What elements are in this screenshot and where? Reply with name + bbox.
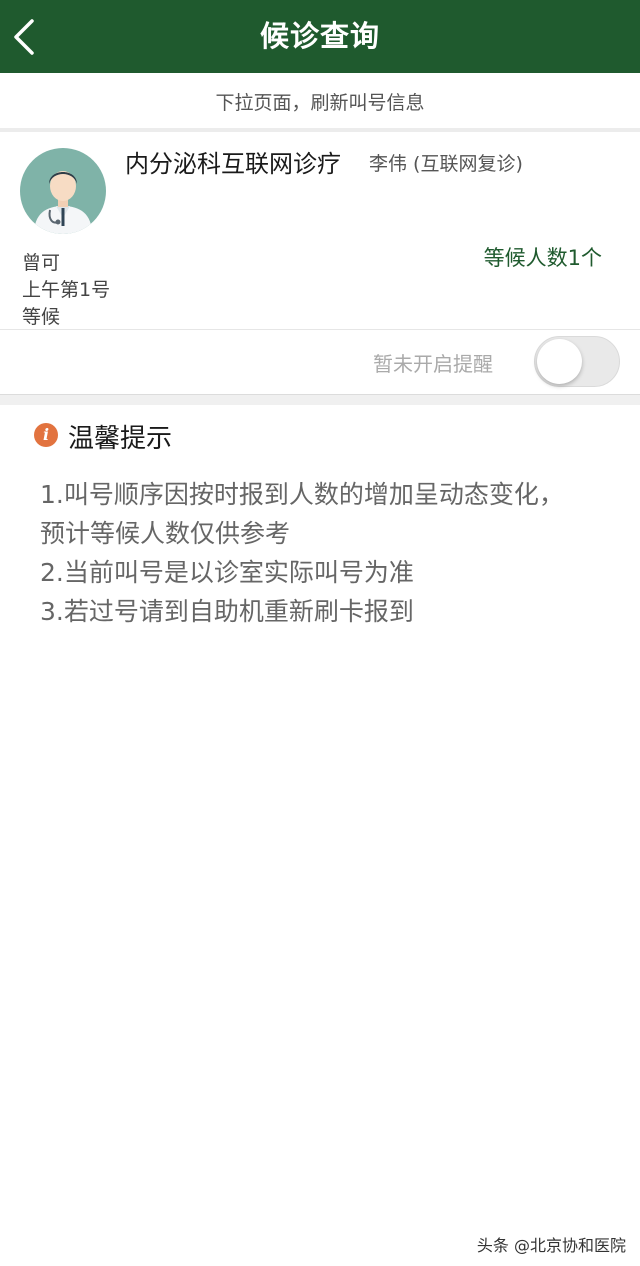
- tip-item: 2.当前叫号是以诊室实际叫号为准: [40, 558, 414, 587]
- doctor-name: 李伟 (互联网复诊): [369, 153, 523, 175]
- info-icon: i: [34, 423, 58, 447]
- department-name: 内分泌科互联网诊疗: [125, 150, 341, 178]
- top-bar: 候诊查询: [0, 0, 640, 73]
- section-gap: [0, 395, 640, 405]
- tip-item: 3.若过号请到自助机重新刷卡报到: [40, 597, 414, 626]
- waiting-count: 等候人数1个: [483, 246, 602, 270]
- queue-status: 等候: [22, 306, 61, 328]
- watermark: 头条 @北京协和医院: [476, 1236, 626, 1255]
- tips-title: 温馨提示: [68, 424, 173, 454]
- page-title: 候诊查询: [259, 19, 380, 53]
- toggle-knob: [537, 339, 582, 384]
- doctor-avatar-icon: [20, 148, 106, 234]
- reminder-toggle[interactable]: [534, 336, 620, 387]
- tip-item: 1.叫号顺序因按时报到人数的增加呈动态变化，预计等候人数仅供参考: [40, 480, 564, 548]
- queue-number: 上午第1号: [22, 279, 111, 301]
- tips-list: 1.叫号顺序因按时报到人数的增加呈动态变化，预计等候人数仅供参考 2.当前叫号是…: [40, 475, 580, 631]
- patient-name: 曾可: [22, 252, 61, 274]
- queue-card: 内分泌科互联网诊疗 李伟 (互联网复诊) 曾可 上午第1号 等候 等候人数1个 …: [0, 132, 640, 395]
- reminder-label: 暂未开启提醒: [373, 352, 493, 376]
- divider: [0, 329, 640, 330]
- pull-to-refresh-hint: 下拉页面，刷新叫号信息: [0, 73, 640, 129]
